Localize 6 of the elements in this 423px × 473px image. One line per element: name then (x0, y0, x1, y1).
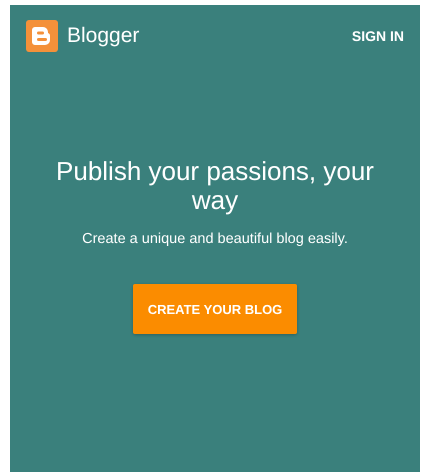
subtitle: Create a unique and beautiful blog easily. (82, 231, 348, 247)
headline: Publish your passions, your way (55, 157, 375, 215)
sign-in-link[interactable]: SIGN IN (352, 24, 404, 48)
create-blog-button[interactable]: CREATE YOUR BLOG (133, 284, 297, 334)
brand-name: Blogger (67, 24, 140, 48)
logo-icon (26, 20, 58, 52)
